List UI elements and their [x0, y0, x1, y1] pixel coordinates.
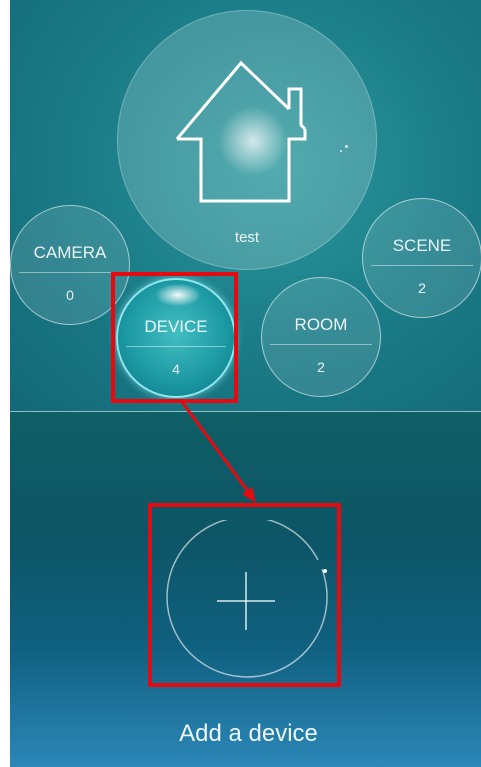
- app-screen: test CAMERA 0 SCENE 2 ROOM 2 DEVICE 4 Ad…: [10, 0, 481, 767]
- arrow-annotation: [180, 401, 256, 503]
